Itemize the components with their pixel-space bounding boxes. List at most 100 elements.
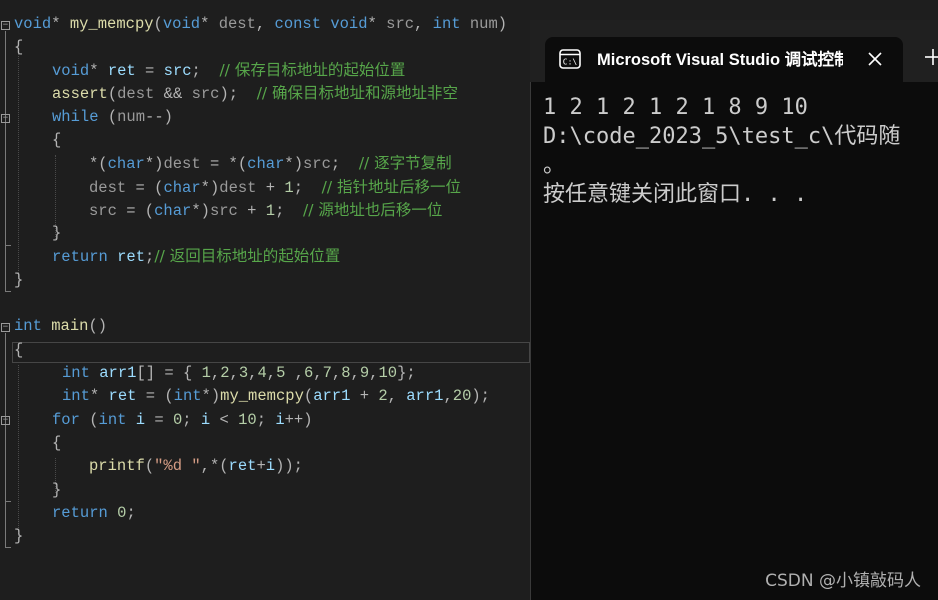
code-line[interactable]: { xyxy=(0,36,530,59)
close-icon[interactable] xyxy=(863,47,887,71)
code-token: } xyxy=(52,224,62,242)
plus-icon[interactable] xyxy=(923,47,938,67)
code-token: = ( xyxy=(136,387,174,405)
code-line[interactable]: src = (char*)src + 1; // 源地址也后移一位 xyxy=(0,199,530,222)
code-token: *) xyxy=(144,155,164,173)
code-token: ; xyxy=(191,62,220,80)
code-line[interactable]: } xyxy=(0,269,530,292)
code-token: // 保存目标地址的起始位置 xyxy=(219,61,406,79)
code-line-text: { xyxy=(52,129,61,152)
code-line-text: void* ret = src; // 保存目标地址的起始位置 xyxy=(52,59,405,83)
code-token: ret xyxy=(117,248,146,266)
code-token: 2 xyxy=(378,387,388,405)
console-output-line: 按任意键关闭此窗口. . . xyxy=(543,182,808,207)
code-token: my_memcpy xyxy=(220,387,304,405)
code-line[interactable]: *(char*)dest = *(char*)src; // 逐字节复制 xyxy=(0,152,530,175)
code-line[interactable]: int arr1[] = { 1,2,3,4,5 ,6,7,8,9,10}; xyxy=(0,362,530,385)
code-token: ( xyxy=(107,85,118,103)
code-token: , xyxy=(210,364,221,382)
code-token: void xyxy=(52,62,90,80)
code-line[interactable]: printf("%d ",*(ret+i)); xyxy=(0,455,530,478)
code-token: , xyxy=(266,364,277,382)
code-token: i xyxy=(275,411,285,429)
code-line[interactable]: { xyxy=(0,339,530,362)
code-token: + xyxy=(256,457,266,475)
code-editor[interactable]: − − − − void* my_memcpy(void* dest, cons… xyxy=(0,0,530,600)
code-token: 20 xyxy=(452,387,472,405)
code-token: return xyxy=(52,504,108,522)
code-line-text: } xyxy=(14,525,23,548)
code-token: 9 xyxy=(359,364,370,382)
console-icon: C:\ xyxy=(559,49,581,69)
code-token: *) xyxy=(200,179,220,197)
code-line[interactable]: } xyxy=(0,479,530,502)
code-line[interactable]: int* ret = (int*)my_memcpy(arr1 + 2, arr… xyxy=(0,385,530,408)
code-token: , xyxy=(350,364,360,382)
code-token: // 源地址也后移一位 xyxy=(302,201,443,219)
console-tab[interactable]: C:\ Microsoft Visual Studio 调试控制台 xyxy=(545,37,903,82)
code-token: arr1 xyxy=(406,387,444,405)
code-line[interactable]: { xyxy=(0,432,530,455)
code-token: 6 xyxy=(303,364,314,382)
code-line[interactable]: void* ret = src; // 保存目标地址的起始位置 xyxy=(0,59,530,82)
code-line-text: printf("%d ",*(ret+i)); xyxy=(89,455,303,478)
code-token: ,*( xyxy=(200,457,229,475)
code-token: 1 xyxy=(265,202,276,220)
code-token: int xyxy=(432,15,461,33)
code-token: ; xyxy=(293,179,322,197)
code-line[interactable]: return 0; xyxy=(0,502,530,525)
code-line[interactable]: assert(dest && src); // 确保目标地址和源地址非空 xyxy=(0,82,530,105)
code-token: ++) xyxy=(284,411,313,429)
console-titlebar[interactable]: C:\ Microsoft Visual Studio 调试控制台 xyxy=(530,20,938,82)
code-token: int xyxy=(173,387,202,405)
code-token: 4 xyxy=(257,364,267,382)
code-token: ); xyxy=(471,387,490,405)
code-line-text: int* ret = (int*)my_memcpy(arr1 + 2, arr… xyxy=(62,385,490,408)
code-token: int xyxy=(14,317,42,335)
code-token: char xyxy=(247,155,285,173)
code-token: } xyxy=(52,481,62,499)
code-token: 10 xyxy=(238,411,257,429)
code-line[interactable]: { xyxy=(0,129,530,152)
code-line[interactable]: for (int i = 0; i < 10; i++) xyxy=(0,409,530,432)
code-line-text: assert(dest && src); // 确保目标地址和源地址非空 xyxy=(52,82,458,106)
code-line[interactable]: int main() xyxy=(0,315,530,338)
code-token: )); xyxy=(275,457,303,475)
code-line[interactable]: } xyxy=(0,525,530,548)
code-token: 1 xyxy=(284,179,294,197)
code-token: ) xyxy=(497,15,508,33)
code-token: , xyxy=(443,387,453,405)
code-line-text: while (num--) xyxy=(52,106,173,129)
console-tab-title: Microsoft Visual Studio 调试控制台 xyxy=(597,51,843,69)
code-token: --) xyxy=(145,108,173,126)
code-token: src xyxy=(209,202,238,220)
code-line-text: int arr1[] = { 1,2,3,4,5 ,6,7,8,9,10}; xyxy=(62,362,416,385)
code-line-text: return 0; xyxy=(52,502,136,525)
code-line[interactable] xyxy=(0,292,530,315)
debug-console-window[interactable]: C:\ Microsoft Visual Studio 调试控制台 1 2 1 … xyxy=(530,20,938,600)
code-token: ( xyxy=(98,108,118,126)
code-token: ; xyxy=(126,504,136,522)
code-token: }; xyxy=(397,364,416,382)
code-token: *) xyxy=(191,202,210,220)
code-line[interactable]: dest = (char*)dest + 1; // 指针地址后移一位 xyxy=(0,176,530,199)
code-line[interactable]: return ret;// 返回目标地址的起始位置 xyxy=(0,245,530,268)
code-token: my_memcpy xyxy=(69,15,154,33)
code-line[interactable]: void* my_memcpy(void* dest, const void* … xyxy=(0,13,530,36)
code-token: { xyxy=(52,434,62,452)
code-token: return xyxy=(52,248,108,266)
code-token: dest xyxy=(89,179,127,197)
code-token: assert xyxy=(52,85,108,103)
code-line[interactable]: while (num--) xyxy=(0,106,530,129)
code-token: , xyxy=(414,15,433,33)
code-token: [] = { xyxy=(136,364,202,382)
code-token: ; xyxy=(330,155,359,173)
code-token: char xyxy=(163,179,201,197)
code-token: * xyxy=(89,62,108,80)
code-token: , xyxy=(387,387,407,405)
code-line[interactable]: } xyxy=(0,222,530,245)
